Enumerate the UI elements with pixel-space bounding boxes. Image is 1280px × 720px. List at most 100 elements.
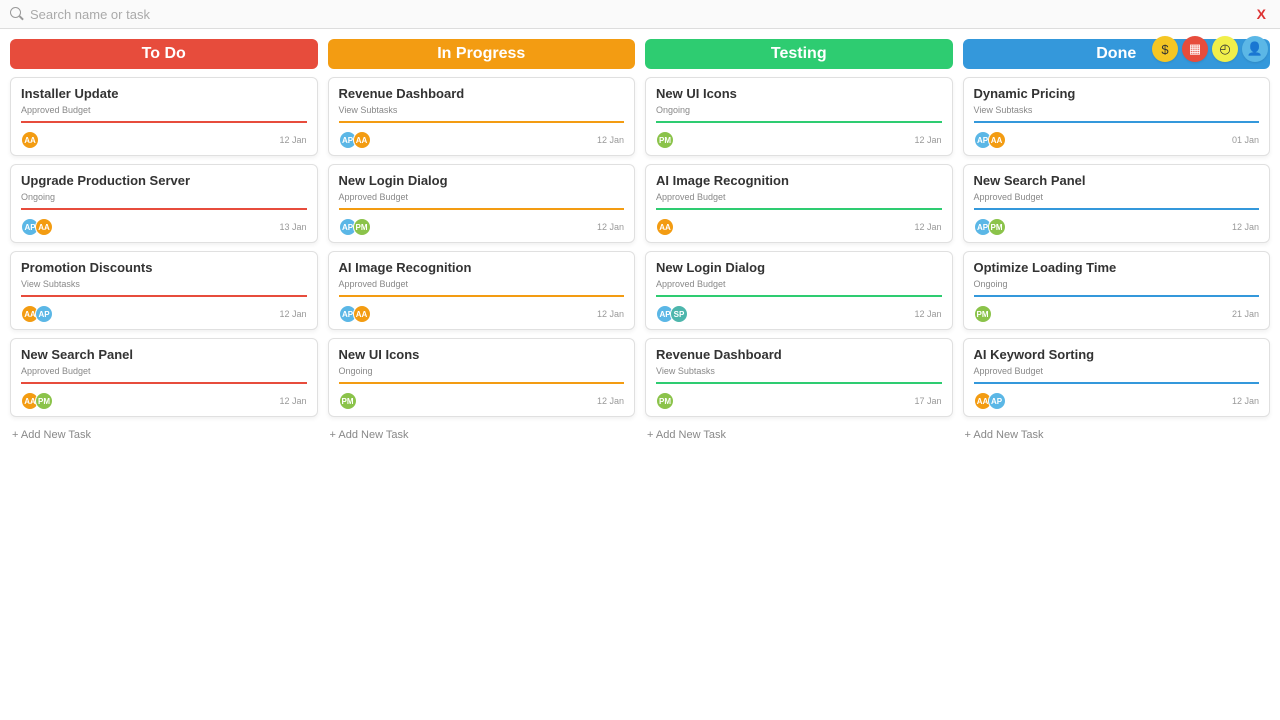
card-accent-bar (656, 295, 942, 297)
avatar[interactable]: SP (670, 305, 688, 323)
search-icon (10, 7, 24, 21)
task-date: 12 Jan (279, 396, 306, 406)
task-card[interactable]: AI Image RecognitionApproved BudgetAPAA1… (328, 251, 636, 330)
column-header-in_progress[interactable]: In Progress (328, 39, 636, 69)
task-date: 12 Jan (597, 222, 624, 232)
card-accent-bar (21, 208, 307, 210)
task-card[interactable]: Promotion DiscountsView SubtasksAAAP12 J… (10, 251, 318, 330)
column-header-testing[interactable]: Testing (645, 39, 953, 69)
avatar[interactable]: PM (988, 218, 1006, 236)
card-footer-row: APAA12 Jan (339, 131, 625, 149)
avatar[interactable]: AA (988, 131, 1006, 149)
avatar-stack: APAA (339, 131, 367, 149)
task-title: Revenue Dashboard (656, 347, 942, 362)
task-date: 12 Jan (914, 135, 941, 145)
card-accent-bar (656, 121, 942, 123)
avatar[interactable]: AP (988, 392, 1006, 410)
card-footer-row: APAA 01 Jan (974, 131, 1260, 149)
task-subtitle: Approved Budget (974, 366, 1260, 376)
task-card[interactable]: New Login DialogApproved BudgetAPPM12 Ja… (328, 164, 636, 243)
avatar[interactable]: AP (35, 305, 53, 323)
task-title: New Login Dialog (656, 260, 942, 275)
task-card[interactable]: New Login DialogApproved BudgetAPSP12 Ja… (645, 251, 953, 330)
task-card[interactable]: Dynamic PricingView SubtasksAPAA01 Jan (963, 77, 1271, 156)
search-bar: X (0, 0, 1280, 29)
card-footer-row: AA 12 Jan (656, 218, 942, 236)
avatar[interactable]: PM (656, 131, 674, 149)
avatar[interactable]: PM (656, 392, 674, 410)
card-footer-row: APSP12 Jan (656, 305, 942, 323)
avatar[interactable]: AA (656, 218, 674, 236)
clock-icon[interactable]: ◴ (1212, 36, 1238, 62)
task-title: New Search Panel (974, 173, 1260, 188)
avatar[interactable]: AA (35, 218, 53, 236)
avatar[interactable]: PM (974, 305, 992, 323)
task-subtitle: Approved Budget (656, 192, 942, 202)
task-card[interactable]: AI Image RecognitionApproved BudgetAA12 … (645, 164, 953, 243)
avatar-stack: APSP (656, 305, 684, 323)
task-card[interactable]: Optimize Loading TimeOngoingPM21 Jan (963, 251, 1271, 330)
card-accent-bar (974, 208, 1260, 210)
task-date: 12 Jan (597, 396, 624, 406)
avatar[interactable]: PM (353, 218, 371, 236)
task-title: New Search Panel (21, 347, 307, 362)
avatar-stack: APAA (974, 131, 1002, 149)
task-subtitle: Approved Budget (21, 105, 307, 115)
task-card[interactable]: Installer UpdateApproved BudgetAA12 Jan (10, 77, 318, 156)
task-subtitle: View Subtasks (21, 279, 307, 289)
add-task-button[interactable]: + Add New Task (10, 425, 318, 445)
task-card[interactable]: New Search PanelApproved BudgetAPPM12 Ja… (963, 164, 1271, 243)
task-date: 01 Jan (1232, 135, 1259, 145)
task-subtitle: Approved Budget (974, 192, 1260, 202)
task-date: 17 Jan (914, 396, 941, 406)
avatar-stack: PM (656, 131, 670, 149)
avatar-stack: APAA (339, 305, 367, 323)
avatar[interactable]: PM (35, 392, 53, 410)
task-card[interactable]: Revenue Dashboard View Subtasks PM 17 Jan (645, 338, 953, 417)
task-subtitle: View Subtasks (974, 105, 1260, 115)
calendar-icon[interactable]: ▦ (1182, 36, 1208, 62)
task-subtitle: Ongoing (974, 279, 1260, 289)
task-date: 12 Jan (1232, 396, 1259, 406)
column-header-todo[interactable]: To Do (10, 39, 318, 69)
card-footer-row: AAAP12 Jan (974, 392, 1260, 410)
task-subtitle: View Subtasks (656, 366, 942, 376)
task-date: 12 Jan (597, 309, 624, 319)
avatar-stack: AA (21, 131, 35, 149)
money-icon[interactable]: $ (1152, 36, 1178, 62)
avatar[interactable]: AA (21, 131, 39, 149)
avatar-stack: APPM (339, 218, 367, 236)
search-input[interactable] (30, 7, 1247, 22)
task-title: AI Image Recognition (339, 260, 625, 275)
task-title: Revenue Dashboard (339, 86, 625, 101)
add-task-button[interactable]: + Add New Task (963, 425, 1271, 445)
task-title: Promotion Discounts (21, 260, 307, 275)
task-card[interactable]: Upgrade Production ServerOngoingAPAA13 J… (10, 164, 318, 243)
card-footer-row: AAPM12 Jan (21, 392, 307, 410)
avatar[interactable]: PM (339, 392, 357, 410)
task-card[interactable]: AI Keyword SortingApproved BudgetAAAP12 … (963, 338, 1271, 417)
avatar[interactable]: AA (353, 131, 371, 149)
card-footer-row: AAAP12 Jan (21, 305, 307, 323)
task-title: Optimize Loading Time (974, 260, 1260, 275)
card-accent-bar (339, 121, 625, 123)
add-task-button[interactable]: + Add New Task (328, 425, 636, 445)
task-date: 12 Jan (279, 309, 306, 319)
task-card[interactable]: New Search PanelApproved BudgetAAPM12 Ja… (10, 338, 318, 417)
avatar-stack: AA (656, 218, 670, 236)
task-card[interactable]: New UI IconsOngoingPM12 Jan (328, 338, 636, 417)
task-title: New UI Icons (656, 86, 942, 101)
card-footer-row: PM 12 Jan (656, 131, 942, 149)
column-todo: To DoInstaller UpdateApproved BudgetAA12… (10, 39, 318, 706)
clear-search-button[interactable]: X (1253, 6, 1270, 22)
card-footer-row: AA12 Jan (21, 131, 307, 149)
card-accent-bar (339, 208, 625, 210)
avatar[interactable]: AA (353, 305, 371, 323)
card-accent-bar (21, 295, 307, 297)
add-task-button[interactable]: + Add New Task (645, 425, 953, 445)
task-card[interactable]: New UI Icons Ongoing PM 12 Jan (645, 77, 953, 156)
task-card[interactable]: Revenue DashboardView SubtasksAPAA12 Jan (328, 77, 636, 156)
task-date: 12 Jan (914, 222, 941, 232)
task-subtitle: Ongoing (656, 105, 942, 115)
avatar-icon[interactable]: 👤 (1242, 36, 1268, 62)
